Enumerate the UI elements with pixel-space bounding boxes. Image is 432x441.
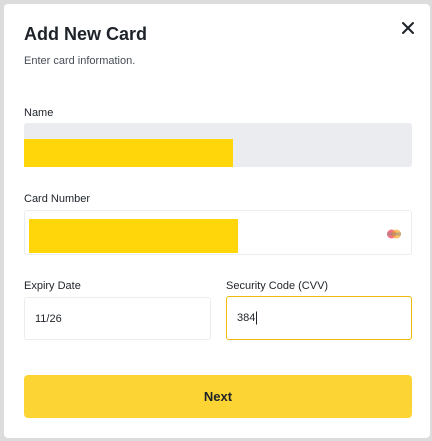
- next-button[interactable]: Next: [24, 375, 412, 418]
- name-field[interactable]: [24, 123, 412, 167]
- name-redaction: [24, 139, 233, 167]
- cvv-label: Security Code (CVV): [226, 280, 329, 292]
- cvv-field[interactable]: 384: [226, 296, 412, 340]
- modal-title: Add New Card: [24, 24, 148, 44]
- cvv-value: 384: [237, 311, 256, 324]
- add-card-modal: Add New Card Enter card information. Nam…: [4, 4, 430, 438]
- card-number-label: Card Number: [24, 193, 91, 205]
- close-icon[interactable]: [400, 20, 416, 36]
- cvv-value-wrap: 384: [237, 311, 258, 325]
- expiry-value: 11/26: [35, 312, 62, 325]
- text-caret: [256, 311, 258, 325]
- mastercard-icon: [387, 229, 401, 239]
- modal-subtitle: Enter card information.: [24, 55, 136, 67]
- expiry-field[interactable]: 11/26: [24, 297, 211, 340]
- name-label: Name: [24, 107, 54, 119]
- expiry-label: Expiry Date: [24, 280, 81, 292]
- card-number-field[interactable]: [24, 210, 412, 255]
- page-backdrop: Add New Card Enter card information. Nam…: [0, 0, 432, 441]
- card-number-redaction: [29, 219, 238, 253]
